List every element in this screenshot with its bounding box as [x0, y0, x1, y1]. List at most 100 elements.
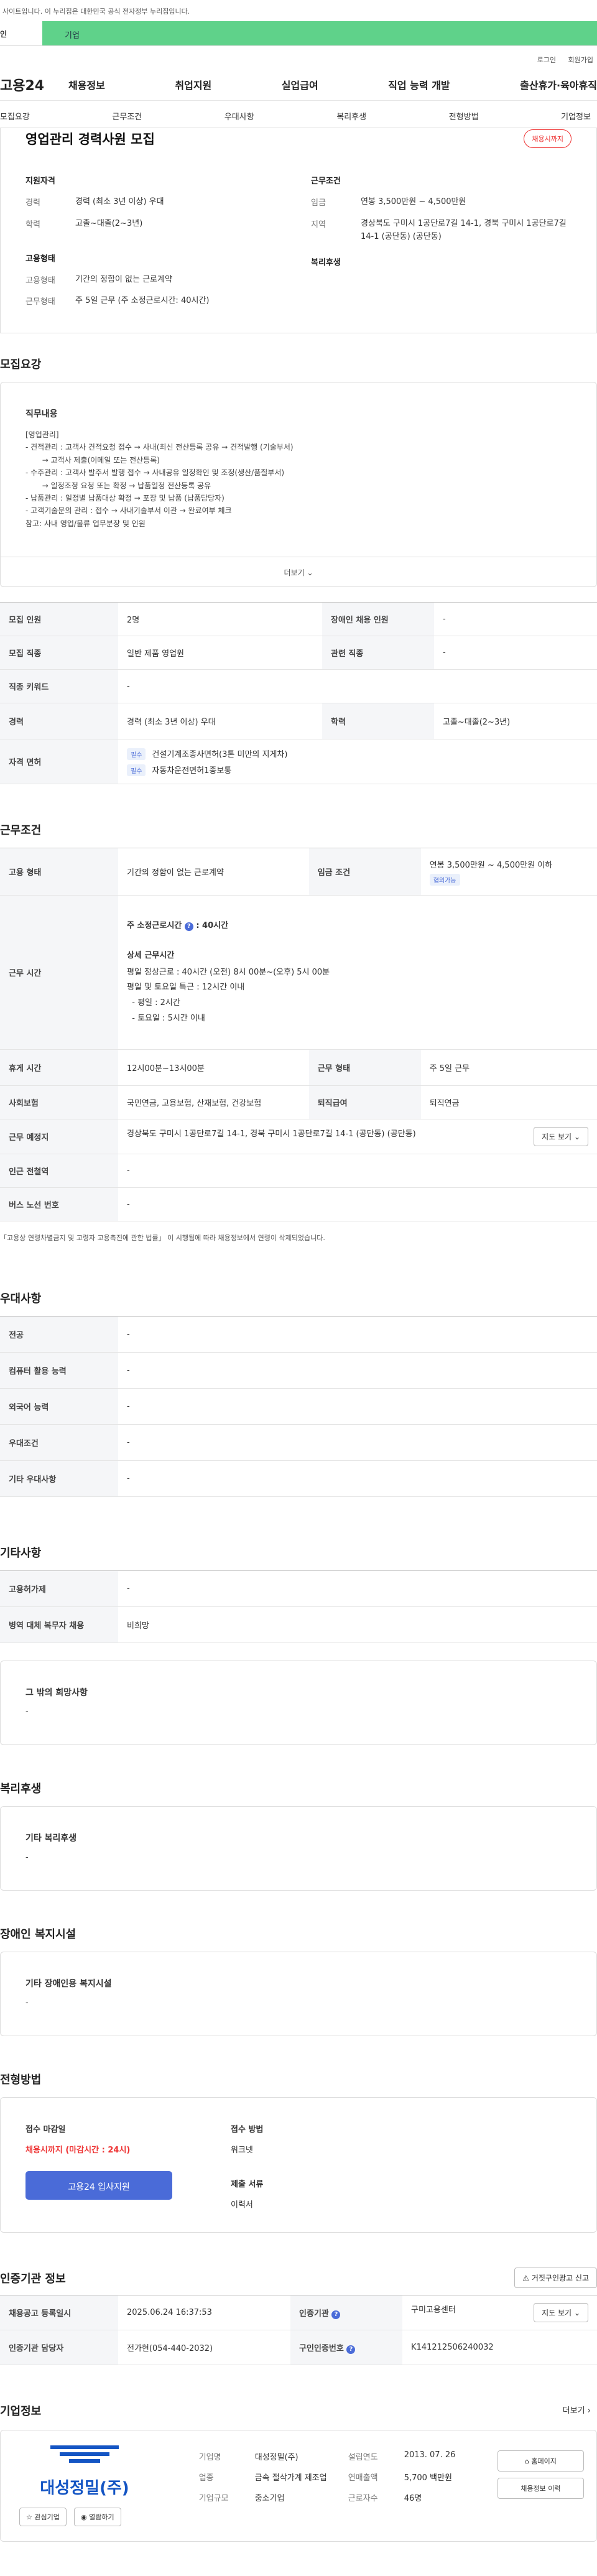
map-button[interactable]: 지도 보기 ⌄	[534, 1127, 588, 1146]
disabled-value: -	[25, 1998, 29, 2008]
table-cell: -	[118, 1154, 597, 1188]
info-key: 설립연도	[348, 2453, 378, 2462]
location-value: 경상북도 구미시 1공단로7길 14-1, 경북 구미시 1공단로7길 14-1…	[127, 1129, 416, 1139]
table-cell: 일반 제품 영업원	[118, 636, 322, 670]
info-value: 46명	[404, 2494, 422, 2503]
duty-line: - 견적관리 : 고객사 견적요청 접수 → 사내(최신 전산등록 공유 → 견…	[25, 443, 294, 452]
table-header: 관련 직종	[322, 636, 434, 670]
subnav-item[interactable]: 모집요강	[0, 110, 30, 127]
view-label: 열람하기	[89, 2513, 114, 2521]
conditions-heading: 근무조건	[311, 177, 341, 186]
process-card: 접수 마감일 채용시까지 (마감시간 : 24시) 고용24 입사지원 접수 방…	[0, 2097, 597, 2233]
table-header: 채용공고 등록일시	[0, 2295, 118, 2330]
table-cell: K141212506240032	[402, 2330, 597, 2365]
documents-heading: 제출 서류	[231, 2180, 264, 2189]
homepage-button[interactable]: ⌂ 홈페이지	[497, 2450, 584, 2472]
company-logo: 대성정밀(주)	[19, 2444, 150, 2498]
num-label: 구인인증번호	[299, 2343, 344, 2353]
table-header: 직종 키워드	[0, 669, 118, 703]
table-header: 병역 대체 복무자 채용	[0, 1606, 118, 1643]
table-cell: -	[118, 1352, 597, 1389]
kv-key: 근무형태	[25, 297, 55, 307]
login-link[interactable]: 로그인	[537, 56, 556, 64]
map-button[interactable]: 지도 보기 ⌄	[534, 2303, 588, 2322]
company-more-link[interactable]: 더보기 ›	[563, 2404, 591, 2416]
table-header: 학력	[322, 703, 434, 739]
table-header: 인증기관 ?	[290, 2295, 403, 2330]
employment-heading: 고용형태	[25, 254, 55, 264]
table-cell: -	[433, 636, 597, 670]
gnb-item[interactable]: 채용정보	[68, 77, 105, 92]
more-label: 더보기	[284, 568, 305, 577]
table-header: 임금 조건	[308, 848, 421, 896]
kv-key: 경력	[25, 198, 40, 208]
favorite-label: 관심기업	[34, 2513, 60, 2521]
welfare-value: -	[25, 1853, 29, 1862]
table-header: 인근 전철역	[0, 1154, 118, 1188]
info-icon[interactable]: ?	[346, 2345, 356, 2354]
hours-line: 평일 및 토요일 특근 : 12시간 이내	[127, 983, 245, 993]
table-header: 인증기관 담당자	[0, 2330, 118, 2365]
job-title: 영업관리 경력사원 모집	[25, 132, 155, 147]
table-cell: 2명	[118, 602, 322, 636]
table-header: 사회보험	[0, 1085, 118, 1119]
duty-line: - 납품관리 : 일정별 납품대상 확정 → 포장 및 납품 (납품담당자)	[25, 493, 224, 503]
report-label: 거짓구인광고 신고	[531, 2274, 589, 2282]
join-link[interactable]: 회원가입	[568, 56, 593, 64]
site-logo[interactable]: 고용24	[0, 75, 68, 95]
subnav-item[interactable]: 우대사항	[224, 110, 254, 127]
table-cell: 경력 (최소 3년 이상) 우대	[118, 703, 322, 739]
duty-line: → 고객사 제출(이메일 또는 전산등록)	[25, 455, 160, 465]
history-button[interactable]: 채용정보 이력	[497, 2478, 584, 2499]
table-cell: -	[118, 1187, 597, 1221]
favorite-button[interactable]: ☆ 관심기업	[19, 2508, 67, 2526]
table-header: 장애인 채용 인원	[322, 602, 434, 636]
util-links: 로그인 회원가입	[0, 46, 597, 68]
gnb-item[interactable]: 출산휴가·육아휴직	[520, 77, 597, 92]
more-button[interactable]: 더보기 ⌄	[1, 557, 596, 586]
method-value: 워크넷	[231, 2146, 253, 2155]
table-header: 모집 직종	[0, 636, 118, 670]
table-cell: 12시00분~13시00분	[118, 1049, 309, 1086]
table-header: 자격 면허	[0, 739, 118, 784]
duty-text: [영업관리] - 견적관리 : 고객사 견적요청 접수 → 사내(최신 전산등록…	[25, 429, 572, 530]
info-value: 5,700 백만원	[404, 2473, 452, 2483]
table-header: 근무 예정지	[0, 1119, 118, 1154]
table-cell: -	[118, 1424, 597, 1461]
company-logo-mark	[50, 2445, 119, 2463]
info-icon[interactable]: ?	[331, 2310, 341, 2319]
welfare-heading: 복리후생	[311, 258, 341, 268]
kv-value: 기간의 정함이 없는 근로계약	[75, 274, 172, 284]
section-heading: 기업정보	[0, 2405, 42, 2418]
table-header: 전공	[0, 1316, 118, 1353]
table-header: 고용 형태	[0, 848, 118, 896]
hours-title: 주 소정근로시간	[127, 920, 182, 930]
gnb-item[interactable]: 직업 능력 개발	[388, 77, 450, 92]
gnb-item[interactable]: 실업급여	[282, 77, 318, 92]
info-value: 대성정밀(주)	[254, 2453, 298, 2462]
wish-card: 그 밖의 희망사항 -	[0, 1661, 597, 1745]
license-name: 건설기계조종사면허(3톤 미만의 지게차)	[152, 749, 288, 759]
subnav-item[interactable]: 기업정보	[561, 110, 591, 127]
required-tag: 필수	[127, 764, 146, 776]
view-button[interactable]: ◉ 열람하기	[74, 2508, 121, 2526]
welfare-card: 기타 복리후생 -	[0, 1806, 597, 1891]
section-heading: 인증기관 정보	[0, 2273, 66, 2286]
gnb-item[interactable]: 취업지원	[175, 77, 211, 92]
deadline-value: 채용시까지 (마감시간 : 24시)	[25, 2146, 131, 2155]
subnav-item[interactable]: 전형방법	[449, 110, 479, 127]
chevron-down-icon: ⌄	[307, 568, 313, 577]
table-header: 외국어 능력	[0, 1388, 118, 1425]
table-header: 기타 우대사항	[0, 1460, 118, 1497]
table-cell: 필수 건설기계조종사면허(3톤 미만의 지게차) 필수 자동차운전면허1종보통	[118, 739, 597, 784]
info-icon[interactable]: ?	[184, 922, 193, 931]
subnav-item[interactable]: 복리후생	[336, 110, 366, 127]
info-key: 기업규모	[198, 2494, 229, 2503]
welfare-sub-heading: 기타 복리후생	[25, 1833, 77, 1843]
duty-line: - 수주관리 : 고객사 발주서 발행 접수 → 사내공유 일정확인 및 조정(…	[25, 468, 285, 478]
subnav-item[interactable]: 근무조건	[112, 110, 142, 127]
eye-icon: ◉	[81, 2513, 87, 2521]
report-button[interactable]: ⚠ 거짓구인광고 신고	[514, 2268, 597, 2288]
gov-banner-right[interactable]: 기업	[42, 21, 597, 45]
apply-button[interactable]: 고용24 입사지원	[25, 2171, 172, 2200]
